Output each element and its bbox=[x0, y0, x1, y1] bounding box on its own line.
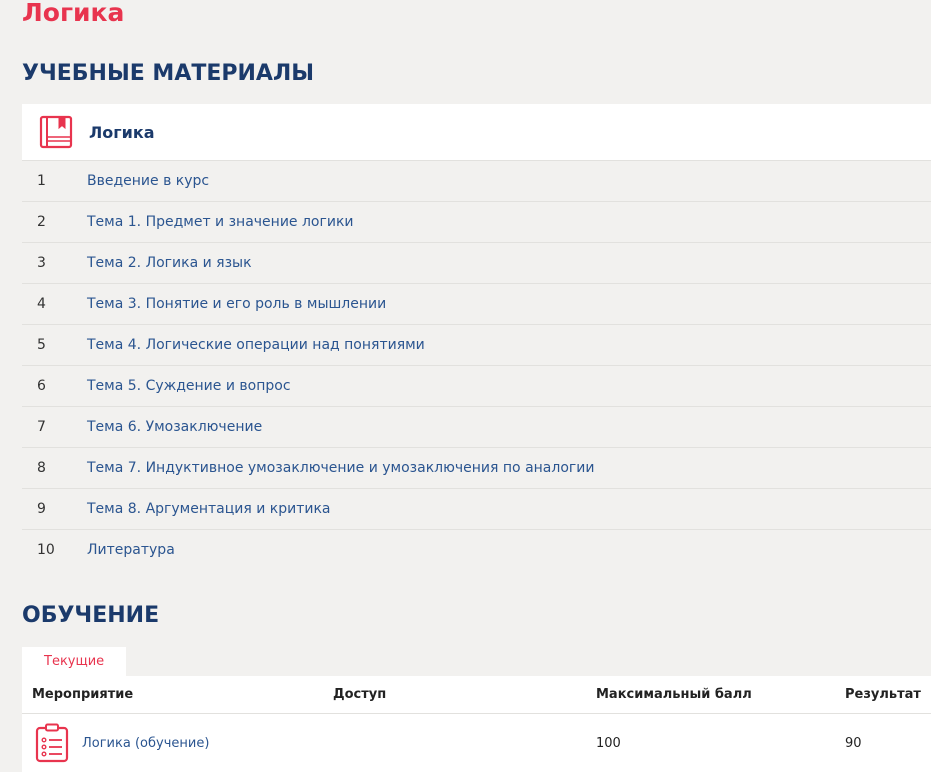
lesson-list: 1 Введение в курс 2 Тема 1. Предмет и зн… bbox=[22, 161, 931, 570]
lesson-link[interactable]: Тема 8. Аргументация и критика bbox=[87, 501, 331, 517]
book-icon bbox=[39, 115, 73, 149]
lesson-link[interactable]: Тема 5. Суждение и вопрос bbox=[87, 378, 291, 394]
lesson-link[interactable]: Введение в курс bbox=[87, 173, 209, 189]
column-header-max-score: Максимальный балл bbox=[596, 687, 752, 702]
lesson-link[interactable]: Тема 3. Понятие и его роль в мышлении bbox=[87, 296, 386, 312]
tab-current[interactable]: Текущие bbox=[22, 647, 127, 676]
column-header-result: Результат bbox=[845, 687, 921, 702]
lesson-number: 7 bbox=[37, 419, 46, 435]
result-cell: 90 bbox=[845, 735, 862, 751]
lesson-number: 9 bbox=[37, 501, 46, 517]
lesson-link[interactable]: Литература bbox=[87, 542, 175, 558]
max-score-cell: 100 bbox=[596, 735, 621, 751]
materials-heading: УЧЕБНЫЕ МАТЕРИАЛЫ bbox=[22, 61, 315, 86]
page-title: Логика bbox=[22, 0, 125, 27]
lesson-link[interactable]: Тема 1. Предмет и значение логики bbox=[87, 214, 354, 230]
lesson-row: 2 Тема 1. Предмет и значение логики bbox=[22, 202, 931, 243]
training-tabs: Текущие bbox=[22, 647, 127, 676]
lesson-number: 1 bbox=[37, 173, 46, 189]
column-header-access: Доступ bbox=[333, 687, 387, 702]
column-header-event: Мероприятие bbox=[32, 687, 134, 702]
lesson-link[interactable]: Тема 2. Логика и язык bbox=[87, 255, 252, 271]
course-name: Логика bbox=[89, 122, 155, 142]
lesson-row: 3 Тема 2. Логика и язык bbox=[22, 243, 931, 284]
clipboard-list-icon bbox=[35, 723, 69, 763]
lesson-link[interactable]: Тема 7. Индуктивное умозаключение и умоз… bbox=[87, 460, 594, 476]
training-table: Мероприятие Доступ Максимальный балл Рез… bbox=[22, 676, 931, 772]
lesson-row: 1 Введение в курс bbox=[22, 161, 931, 202]
lesson-number: 10 bbox=[37, 542, 55, 558]
training-heading: ОБУЧЕНИЕ bbox=[22, 603, 160, 628]
event-cell: Логика (обучение) bbox=[22, 723, 323, 763]
lesson-row: 6 Тема 5. Суждение и вопрос bbox=[22, 366, 931, 407]
lesson-row: 9 Тема 8. Аргументация и критика bbox=[22, 489, 931, 530]
table-row: Логика (обучение) 100 90 bbox=[22, 714, 931, 772]
lesson-link[interactable]: Тема 6. Умозаключение bbox=[87, 419, 262, 435]
lesson-number: 8 bbox=[37, 460, 46, 476]
event-link[interactable]: Логика (обучение) bbox=[82, 736, 209, 751]
lesson-row: 10 Литература bbox=[22, 530, 931, 570]
lesson-number: 2 bbox=[37, 214, 46, 230]
table-header: Мероприятие Доступ Максимальный балл Рез… bbox=[22, 676, 931, 714]
lesson-row: 4 Тема 3. Понятие и его роль в мышлении bbox=[22, 284, 931, 325]
course-card: Логика 1 Введение в курс 2 Тема 1. Предм… bbox=[22, 104, 931, 570]
lesson-number: 6 bbox=[37, 378, 46, 394]
lesson-link[interactable]: Тема 4. Логические операции над понятиям… bbox=[87, 337, 425, 353]
lesson-number: 5 bbox=[37, 337, 46, 353]
lesson-row: 7 Тема 6. Умозаключение bbox=[22, 407, 931, 448]
lesson-number: 4 bbox=[37, 296, 46, 312]
course-header: Логика bbox=[22, 104, 931, 161]
lesson-row: 5 Тема 4. Логические операции над поняти… bbox=[22, 325, 931, 366]
lesson-row: 8 Тема 7. Индуктивное умозаключение и ум… bbox=[22, 448, 931, 489]
lesson-number: 3 bbox=[37, 255, 46, 271]
